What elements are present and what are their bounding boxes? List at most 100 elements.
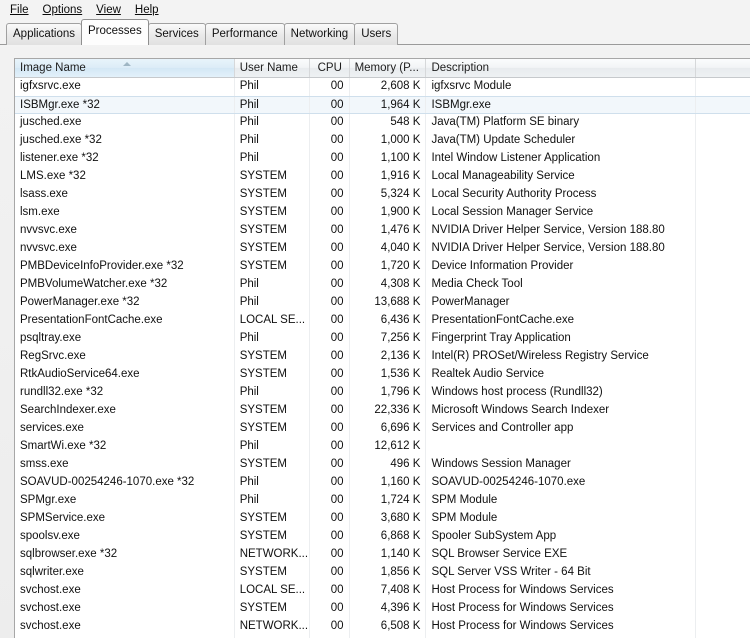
table-row[interactable]: LMS.exe *32 SYSTEM 00 1,916 K Local Manageab… xyxy=(15,168,750,186)
table-row[interactable]: listener.exe *32 Phil 00 1,100 K Intel Windo… xyxy=(15,150,750,168)
menu-options-label: Options xyxy=(42,3,83,16)
cell-filler xyxy=(696,348,750,366)
cell-filler xyxy=(696,97,750,113)
table-row[interactable]: jusched.exe *32 Phil 00 1,000 K Java(TM) Upd… xyxy=(15,132,750,150)
cell-user: SYSTEM xyxy=(235,600,310,618)
cell-cpu: 00 xyxy=(310,222,350,240)
cell-name: PresentationFontCache.exe xyxy=(15,312,235,330)
tab-networking[interactable]: Networking xyxy=(283,23,356,45)
cell-user: LOCAL SE... xyxy=(235,312,310,330)
cell-name: lsm.exe xyxy=(15,204,235,222)
table-row[interactable]: psqltray.exe Phil 00 7,256 K Fingerprint Tra… xyxy=(15,330,750,348)
table-row[interactable]: lsm.exe SYSTEM 00 1,900 K Local Session Mana… xyxy=(15,204,750,222)
table-row[interactable]: jusched.exe Phil 00 548 K Java(TM) Platform … xyxy=(15,114,750,132)
table-row[interactable]: RtkAudioService64.exe SYSTEM 00 1,536 K Real… xyxy=(15,366,750,384)
cell-mem: 1,720 K xyxy=(350,258,427,276)
cell-desc: Host Process for Windows Services xyxy=(426,600,697,618)
column-header-memory[interactable]: Memory (P... xyxy=(350,59,427,77)
cell-filler xyxy=(696,456,750,474)
tab-performance-label: Performance xyxy=(211,28,278,40)
table-row[interactable]: PMBDeviceInfoProvider.exe *32 SYSTEM 00 1,7… xyxy=(15,258,750,276)
table-row[interactable]: nvvsvc.exe SYSTEM 00 4,040 K NVIDIA Driver H… xyxy=(15,240,750,258)
cell-mem: 7,256 K xyxy=(350,330,427,348)
cell-user: Phil xyxy=(235,276,310,294)
cell-user: Phil xyxy=(235,132,310,150)
cell-mem: 22,336 K xyxy=(350,402,427,420)
menu-view-label: View xyxy=(96,3,121,16)
table-row[interactable]: SPMgr.exe Phil 00 1,724 K SPM Module xyxy=(15,492,750,510)
table-row[interactable]: svchost.exe NETWORK... 00 6,508 K Host Proce… xyxy=(15,618,750,636)
table-row[interactable]: sqlwriter.exe SYSTEM 00 1,856 K SQL Server V… xyxy=(15,564,750,582)
cell-cpu: 00 xyxy=(310,97,350,113)
table-row[interactable]: PMBVolumeWatcher.exe *32 Phil 00 4,308 K Med… xyxy=(15,276,750,294)
cell-filler xyxy=(696,510,750,528)
cell-mem: 12,612 K xyxy=(350,438,427,456)
tab-services[interactable]: Services xyxy=(147,23,206,45)
menu-view[interactable]: View xyxy=(89,1,128,19)
cell-cpu: 00 xyxy=(310,528,350,546)
table-row[interactable]: spoolsv.exe SYSTEM 00 6,868 K Spooler SubSys… xyxy=(15,528,750,546)
menu-file[interactable]: File xyxy=(3,1,36,19)
table-row[interactable]: rundll32.exe *32 Phil 00 1,796 K Windows hos… xyxy=(15,384,750,402)
cell-name: igfxsrvc.exe xyxy=(15,78,235,96)
cell-mem: 13,688 K xyxy=(350,294,427,312)
menu-help[interactable]: Help xyxy=(128,1,166,19)
cell-mem: 1,000 K xyxy=(350,132,427,150)
column-header-cpu[interactable]: CPU xyxy=(310,59,350,77)
cell-name: SOAVUD-00254246-1070.exe *32 xyxy=(15,474,235,492)
cell-filler xyxy=(696,78,750,96)
table-row[interactable]: svchost.exe LOCAL SE... 00 7,408 K Host Proc… xyxy=(15,582,750,600)
table-row[interactable]: PresentationFontCache.exe LOCAL SE... 00 6,… xyxy=(15,312,750,330)
cell-user: SYSTEM xyxy=(235,168,310,186)
cell-filler xyxy=(696,204,750,222)
column-header-user-name[interactable]: User Name xyxy=(235,59,310,77)
menu-file-label: File xyxy=(10,3,29,16)
cell-name: PowerManager.exe *32 xyxy=(15,294,235,312)
cell-filler xyxy=(696,384,750,402)
cell-mem: 7,408 K xyxy=(350,582,427,600)
table-row[interactable]: PowerManager.exe *32 Phil 00 13,688 K PowerM… xyxy=(15,294,750,312)
process-list[interactable]: Image Name User Name CPU Memory (P... De… xyxy=(14,58,750,638)
cell-filler xyxy=(696,420,750,438)
table-row[interactable]: igfxsrvc.exe Phil 00 2,608 Kigfxsrvc Module xyxy=(15,78,750,96)
tab-applications[interactable]: Applications xyxy=(6,23,83,45)
table-row[interactable]: ISBMgr.exe *32 Phil 00 1,964 K ISBMgr.exe xyxy=(15,96,750,114)
table-row[interactable]: lsass.exe SYSTEM 00 5,324 K Local Security A… xyxy=(15,186,750,204)
cell-mem: 1,476 K xyxy=(350,222,427,240)
table-row[interactable]: sqlbrowser.exe *32 NETWORK... 00 1,140 K SQL… xyxy=(15,546,750,564)
table-row[interactable]: nvvsvc.exe SYSTEM 00 1,476 K NVIDIA Driver H… xyxy=(15,222,750,240)
cell-mem: 1,536 K xyxy=(350,366,427,384)
column-header-image-name[interactable]: Image Name xyxy=(15,59,235,77)
cell-user: SYSTEM xyxy=(235,456,310,474)
cell-mem: 1,796 K xyxy=(350,384,427,402)
column-header-description[interactable]: Description xyxy=(426,59,697,77)
table-row[interactable]: svchost.exe SYSTEM 00 4,396 K Host Process f… xyxy=(15,600,750,618)
table-row[interactable]: smss.exe SYSTEM 00 496 K Windows Session Man… xyxy=(15,456,750,474)
tab-users[interactable]: Users xyxy=(354,23,399,45)
cell-user: Phil xyxy=(235,97,310,113)
cell-user: SYSTEM xyxy=(235,366,310,384)
sort-ascending-icon xyxy=(123,62,131,66)
column-header-cpu-label: CPU xyxy=(317,62,342,74)
table-row[interactable]: SmartWi.exe *32 Phil 00 12,612 K xyxy=(15,438,750,456)
cell-user: SYSTEM xyxy=(235,510,310,528)
table-row[interactable]: RegSrvc.exe SYSTEM 00 2,136 K Intel(R) PROSe… xyxy=(15,348,750,366)
table-row[interactable]: SPMService.exe SYSTEM 00 3,680 K SPM Module xyxy=(15,510,750,528)
cell-name: nvvsvc.exe xyxy=(15,222,235,240)
table-row[interactable]: SOAVUD-00254246-1070.exe *32 Phil 00 1,160 … xyxy=(15,474,750,492)
cell-desc: Local Manageability Service xyxy=(426,168,697,186)
table-row[interactable]: services.exe SYSTEM 00 6,696 K Services and … xyxy=(15,420,750,438)
tab-performance[interactable]: Performance xyxy=(204,23,285,45)
cell-filler xyxy=(696,222,750,240)
cell-cpu: 00 xyxy=(310,186,350,204)
cell-desc: Local Security Authority Process xyxy=(426,186,697,204)
process-list-body[interactable]: igfxsrvc.exe Phil 00 2,608 Kigfxsrvc Module… xyxy=(15,78,750,638)
cell-desc: SPM Module xyxy=(426,510,697,528)
table-row[interactable]: SearchIndexer.exe SYSTEM 00 22,336 K Microso… xyxy=(15,402,750,420)
cell-desc: Services and Controller app xyxy=(426,420,697,438)
tab-processes[interactable]: Processes xyxy=(81,19,149,45)
cell-cpu: 00 xyxy=(310,312,350,330)
column-header-filler[interactable] xyxy=(696,59,750,77)
menu-options[interactable]: Options xyxy=(36,1,90,19)
cell-desc: SQL Server VSS Writer - 64 Bit xyxy=(426,564,697,582)
